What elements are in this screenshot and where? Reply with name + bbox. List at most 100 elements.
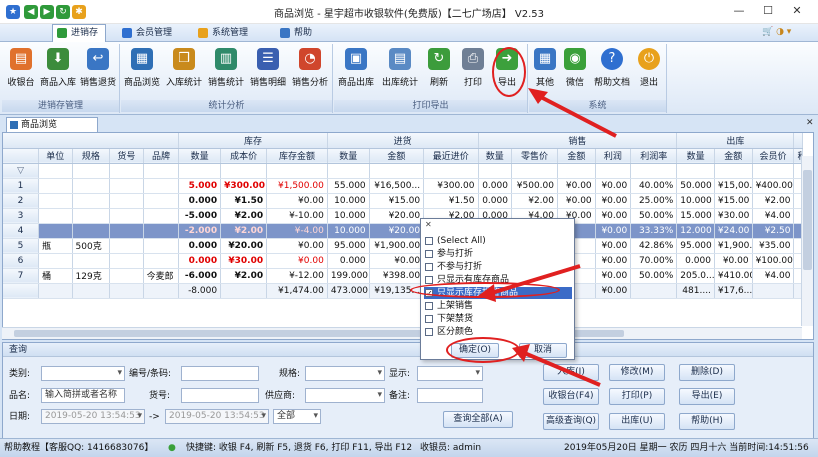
table-cell[interactable]: -6.000 [178, 268, 222, 284]
column-header[interactable]: 最近进价 [423, 148, 479, 164]
column-header[interactable]: 品牌 [143, 148, 180, 164]
tab-browse-goods[interactable]: 商品浏览 [6, 117, 98, 132]
table-cell[interactable]: ¥20.00 [369, 208, 425, 224]
table-cell[interactable]: ¥2.00 [220, 268, 268, 284]
table-cell[interactable]: ¥0.00 [266, 193, 328, 209]
table-cell[interactable] [109, 208, 144, 224]
filter-cell[interactable] [109, 163, 144, 179]
row-number[interactable]: 5 [3, 238, 40, 254]
cashier-button[interactable]: ▤ 收银台 [4, 46, 38, 94]
name-input[interactable]: 输入简拼或者名称 [41, 388, 125, 403]
sales-detail-button[interactable]: ☰ 销售明细 [249, 46, 287, 94]
table-row[interactable]: 2 0.000 ¥1.50 ¥0.00 10.000 ¥15.00 ¥1.50 0.000 ¥2… [3, 193, 803, 209]
export-query-button[interactable]: 导出(E) [679, 388, 735, 405]
table-cell[interactable]: ¥0.00 [595, 253, 632, 269]
column-header[interactable]: 货号 [109, 148, 144, 164]
table-cell[interactable]: 15.000 [676, 208, 715, 224]
scroll-thumb[interactable] [803, 170, 812, 270]
table-cell[interactable]: ¥4.00 [752, 268, 795, 284]
filter-cell[interactable] [327, 163, 370, 179]
filter-cell[interactable] [511, 163, 559, 179]
query-all-button[interactable]: 查询全部(A) [443, 411, 513, 428]
maximize-button[interactable]: ☐ [757, 2, 779, 20]
table-cell[interactable]: ¥15.00 [714, 193, 753, 209]
checkbox-icon[interactable] [425, 250, 433, 258]
checkbox-icon[interactable] [425, 315, 433, 323]
sales-analysis-button[interactable]: ◔ 销售分析 [291, 46, 329, 94]
table-cell[interactable]: 40.00% [630, 178, 678, 194]
stock-in-button[interactable]: ⬇ 商品入库 [40, 46, 76, 94]
menu-tab-inventory[interactable]: 进销存 [52, 24, 106, 42]
close-tab-icon[interactable]: ✕ [806, 118, 814, 128]
table-cell[interactable]: ¥0.00 [266, 253, 328, 269]
column-header[interactable]: 规格 [72, 148, 111, 164]
table-cell[interactable]: ¥0.00 [557, 178, 596, 194]
category-select[interactable] [41, 366, 125, 381]
row-number[interactable]: 2 [3, 193, 40, 209]
table-cell[interactable]: ¥1.50 [423, 193, 479, 209]
filter-cell[interactable] [478, 163, 512, 179]
table-cell[interactable]: ¥0.00 [595, 178, 632, 194]
filter-cell[interactable] [143, 163, 180, 179]
table-cell[interactable] [38, 223, 73, 239]
quick-access-icons[interactable]: 🛒 ◑ ▾ [762, 27, 814, 39]
group-header[interactable]: 出库 [676, 133, 795, 149]
filter-cell[interactable] [178, 163, 222, 179]
table-cell[interactable] [109, 178, 144, 194]
horizontal-scrollbar[interactable] [2, 327, 802, 339]
filter-cell[interactable] [630, 163, 678, 179]
table-cell[interactable]: ¥-12.00 [266, 268, 328, 284]
filter-icon[interactable]: ▽ [3, 163, 40, 179]
group-header[interactable]: 进货 [327, 133, 479, 149]
supplier-select[interactable] [305, 388, 385, 403]
table-cell[interactable]: 瓶 [38, 238, 73, 254]
table-cell[interactable]: ¥0.00 [595, 238, 632, 254]
table-cell[interactable] [109, 238, 144, 254]
table-cell[interactable] [109, 253, 144, 269]
filter-cell[interactable] [676, 163, 715, 179]
table-cell[interactable]: ¥2.00 [752, 193, 795, 209]
filter-cancel-button[interactable]: 取消 [519, 343, 567, 358]
table-cell[interactable] [143, 193, 180, 209]
table-cell[interactable]: ¥-4.00 [266, 223, 328, 239]
table-cell[interactable] [72, 208, 111, 224]
help-query-button[interactable]: 帮助(H) [679, 413, 735, 430]
filter-cell[interactable] [72, 163, 111, 179]
close-button[interactable]: ✕ [786, 2, 808, 20]
vertical-scrollbar[interactable] [801, 156, 813, 326]
table-cell[interactable]: 50.000 [676, 178, 715, 194]
table-cell[interactable]: ¥0.00 [595, 208, 632, 224]
table-cell[interactable]: 0.000 [478, 178, 512, 194]
table-row[interactable]: 5 瓶 500克 0.000 ¥20.00 ¥0.00 95.000 ¥1,900.00 ¥0.… [3, 238, 803, 254]
minimize-button[interactable]: — [728, 2, 750, 20]
row-number[interactable]: 4 [3, 223, 40, 239]
table-cell[interactable]: ¥2.50 [752, 223, 795, 239]
stock-out-stat-button[interactable]: ▤ 出库统计 [380, 46, 420, 94]
table-cell[interactable]: ¥20.00 [369, 223, 425, 239]
table-cell[interactable] [72, 223, 111, 239]
table-cell[interactable]: ¥30.00 [220, 253, 268, 269]
filter-cell[interactable] [220, 163, 268, 179]
table-cell[interactable]: 10.000 [327, 193, 370, 209]
table-cell[interactable]: ¥398.00 [369, 268, 425, 284]
table-cell[interactable] [38, 208, 73, 224]
table-cell[interactable]: ¥1,900.00 [369, 238, 425, 254]
help-docs-button[interactable]: ? 帮助文档 [593, 46, 631, 94]
table-cell[interactable]: ¥0.00 [266, 238, 328, 254]
column-header[interactable]: 金额 [714, 148, 753, 164]
table-cell[interactable]: 199.000 [327, 268, 370, 284]
table-cell[interactable]: 5.000 [178, 178, 222, 194]
wechat-button[interactable]: ◉ 微信 [561, 46, 589, 94]
table-cell[interactable]: ¥410.00 [714, 268, 753, 284]
table-row[interactable]: 4 -2.000 ¥2.00 ¥-4.00 10.000 ¥20.00 ¥0.00 33.33… [3, 223, 803, 239]
checkbox-icon[interactable] [425, 237, 433, 245]
print-query-button[interactable]: 打印(P) [609, 388, 665, 405]
table-cell[interactable]: ¥2.00 [511, 193, 559, 209]
table-cell[interactable]: 今麦郎 [143, 268, 180, 284]
table-cell[interactable]: ¥4.00 [752, 208, 795, 224]
stock-in-stat-button[interactable]: ❒ 入库统计 [165, 46, 203, 94]
table-cell[interactable]: ¥-10.00 [266, 208, 328, 224]
table-cell[interactable]: 33.33% [630, 223, 678, 239]
menu-tab-help[interactable]: 帮助 [276, 25, 326, 41]
refresh-button[interactable]: ↻ 刷新 [424, 46, 454, 94]
